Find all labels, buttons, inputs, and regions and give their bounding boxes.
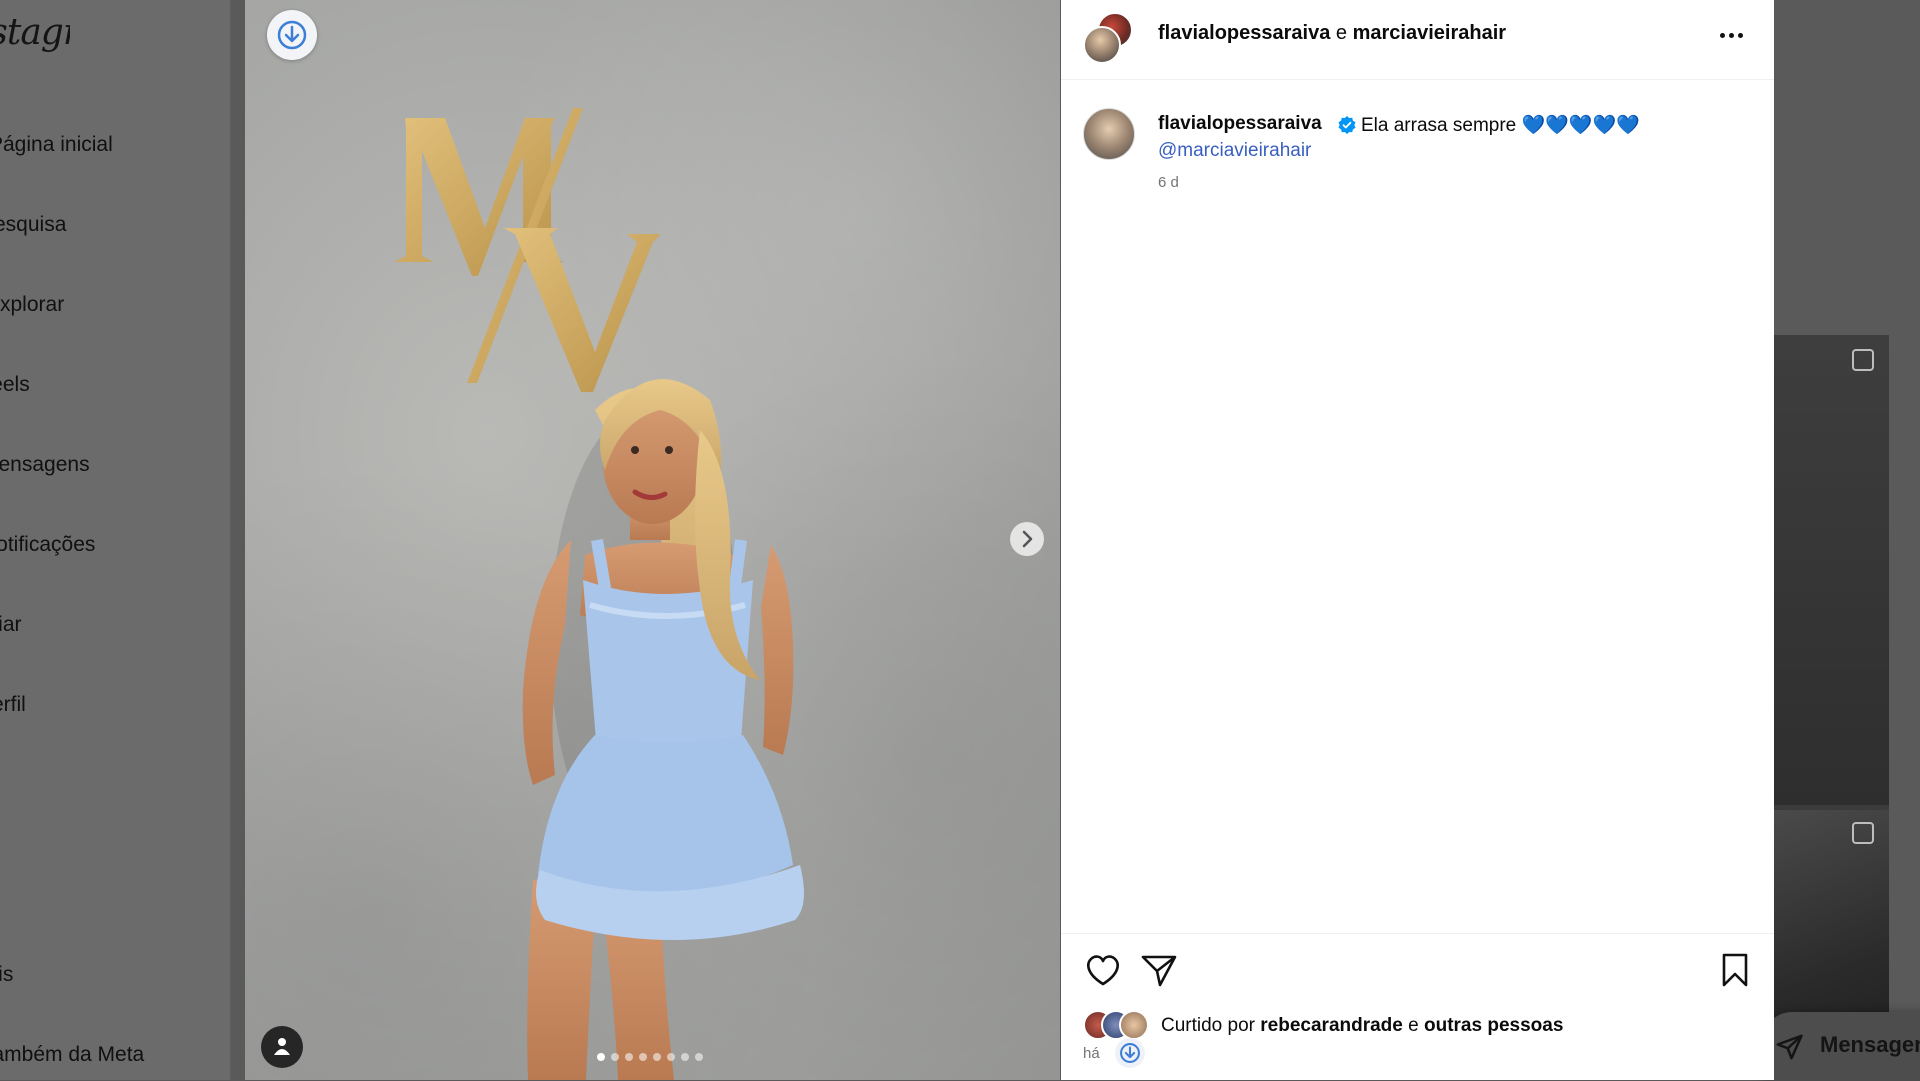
carousel-dot: [611, 1053, 619, 1061]
liked-by-others-link[interactable]: outras pessoas: [1424, 1015, 1563, 1036]
verified-badge-icon: [1338, 116, 1356, 134]
carousel-dot: [695, 1053, 703, 1061]
like-button[interactable]: [1083, 950, 1123, 990]
wall-logo: [394, 108, 661, 392]
post-media[interactable]: [245, 0, 1060, 1080]
post-side-panel: flavialopessaraiva e marciavieirahair fl…: [1061, 0, 1774, 1080]
liked-by-username[interactable]: rebecarandrade: [1260, 1015, 1403, 1036]
more-options-button[interactable]: [1712, 20, 1752, 50]
save-button[interactable]: [1715, 950, 1755, 990]
liked-by-text: Curtido por rebecarandrade e outras pess…: [1161, 1015, 1563, 1037]
post-modal: flavialopessaraiva e marciavieirahair fl…: [245, 0, 1774, 1080]
carousel-icon: [1852, 349, 1874, 371]
sidebar-item-create[interactable]: Criar: [0, 605, 200, 641]
sidebar-item-label: Pesquisa: [0, 213, 67, 236]
carousel-dot: [653, 1053, 661, 1061]
liked-by-avatars[interactable]: [1083, 1010, 1153, 1040]
sidebar-item-explore[interactable]: Explorar: [0, 285, 200, 321]
post-photo: [394, 108, 804, 1080]
sidebar-item-label: Perfil: [0, 693, 26, 716]
caption-timestamp[interactable]: 6 d: [1158, 174, 1179, 191]
messages-label: Mensagens: [1820, 1032, 1920, 1057]
user-tag-icon: [274, 1038, 290, 1055]
carousel-dot: [681, 1053, 689, 1061]
reel-icon: [1852, 822, 1874, 844]
liked-by-prefix: Curtido por: [1161, 1015, 1255, 1036]
instagram-logo[interactable]: Instagram: [0, 8, 70, 58]
sidebar-item-reels[interactable]: Reels: [0, 365, 200, 401]
author-username[interactable]: flavialopessaraiva: [1158, 22, 1330, 44]
share-icon: [1141, 955, 1177, 987]
caption-avatar[interactable]: [1083, 108, 1135, 160]
sidebar-item-also-from-meta[interactable]: Também da Meta: [0, 1035, 200, 1071]
carousel-next-button[interactable]: [1010, 522, 1044, 556]
sidebar-item-profile[interactable]: Perfil: [0, 685, 200, 721]
sidebar-item-label: Mais: [0, 963, 14, 986]
sidebar-item-messages[interactable]: Mensagens: [0, 445, 200, 481]
tagged-users-button[interactable]: [261, 1026, 303, 1068]
share-button[interactable]: [1139, 950, 1179, 990]
background-grid: [1774, 335, 1889, 1080]
sidebar-item-label: Criar: [0, 613, 22, 636]
download-icon: [277, 20, 307, 50]
carousel-dot: [625, 1053, 633, 1061]
carousel-dot: [667, 1053, 675, 1061]
sidebar-item-label: Mensagens: [0, 453, 90, 476]
sidebar-item-label: Reels: [0, 373, 30, 396]
sidebar-item-more[interactable]: Mais: [0, 955, 200, 991]
chevron-right-icon: [1022, 530, 1033, 548]
collab-avatars[interactable]: [1083, 12, 1135, 64]
caption-mention-link[interactable]: @marciavieirahair: [1158, 140, 1311, 162]
collaborator-username[interactable]: marciavieirahair: [1353, 22, 1506, 44]
heart-icon: [1087, 955, 1119, 986]
grid-thumbnail[interactable]: [1774, 335, 1889, 805]
floating-messages-button[interactable]: Mensagens: [1762, 1012, 1920, 1080]
sidebar-item-label: Página inicial: [0, 133, 113, 156]
sidebar-item-home[interactable]: Página inicial: [0, 125, 200, 161]
sidebar-item-label: Notificações: [0, 533, 96, 556]
post-time-ago[interactable]: há: [1083, 1045, 1100, 1062]
sidebar-item-label: Explorar: [0, 293, 65, 316]
authors-joiner: e: [1335, 22, 1348, 44]
send-icon: [1776, 1034, 1803, 1060]
carousel-dot: [597, 1053, 605, 1061]
liked-by-joiner: e: [1408, 1015, 1419, 1036]
bookmark-icon: [1722, 953, 1748, 987]
caption-username[interactable]: flavialopessaraiva: [1158, 113, 1322, 135]
avatar: [1083, 26, 1121, 64]
post-actions: Curtido por rebecarandrade e outras pess…: [1061, 933, 1774, 1081]
download-mini-button[interactable]: [1115, 1038, 1145, 1068]
sidebar-item-search[interactable]: Pesquisa: [0, 205, 200, 241]
download-icon: [1120, 1043, 1140, 1063]
sidebar: Instagram Página inicial Pesquisa Explor…: [0, 0, 231, 1080]
caption-text: Ela arrasa sempre 💙💙💙💙💙: [1361, 115, 1640, 136]
post-header: flavialopessaraiva e marciavieirahair: [1061, 0, 1774, 80]
sidebar-item-notifications[interactable]: Notificações: [0, 525, 200, 561]
sidebar-item-label: Também da Meta: [0, 1043, 145, 1066]
post-authors: flavialopessaraiva e marciavieirahair: [1158, 22, 1506, 45]
download-button[interactable]: [267, 10, 317, 60]
carousel-dot: [639, 1053, 647, 1061]
